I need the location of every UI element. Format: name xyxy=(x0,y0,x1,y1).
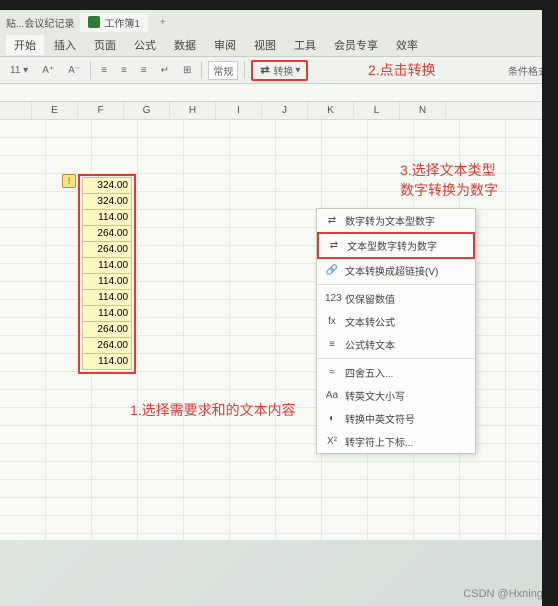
convert-dropdown: ⇄数字转为文本型数字 ⇄文本型数字转为数字 🔗文本转换成超链接(V) 123仅保… xyxy=(316,208,476,454)
menu-subscript[interactable]: X²转字符上下标... xyxy=(317,430,475,453)
doc-name: 工作簿1 xyxy=(104,15,140,30)
select-all-corner[interactable] xyxy=(0,102,32,119)
left-tab[interactable]: 贴...会议纪记录 xyxy=(6,15,74,30)
menu-num-to-text[interactable]: ⇄数字转为文本型数字 xyxy=(317,209,475,232)
spreadsheet-grid[interactable]: ! 324.00 324.00 114.00 264.00 264.00 114… xyxy=(0,120,558,540)
case-icon: Aa xyxy=(325,390,339,401)
menu-insert[interactable]: 插入 xyxy=(46,35,84,55)
menu-bar: 开始 插入 页面 公式 数据 审阅 视图 工具 会员专享 效率 xyxy=(0,34,558,56)
menu-view[interactable]: 视图 xyxy=(246,35,284,55)
cell[interactable]: 114.00 xyxy=(82,305,132,322)
menu-text-to-link[interactable]: 🔗文本转换成超链接(V) xyxy=(317,259,475,282)
cell[interactable]: 264.00 xyxy=(82,337,132,354)
swap-icon: ⇄ xyxy=(327,240,341,251)
swap-icon: ⇄ xyxy=(325,215,339,226)
cell[interactable]: 264.00 xyxy=(82,241,132,258)
col-header[interactable]: L xyxy=(354,102,400,119)
menu-start[interactable]: 开始 xyxy=(6,35,44,55)
menu-case[interactable]: Aa转英文大小写 xyxy=(317,384,475,407)
menu-round[interactable]: ≈四舍五入... xyxy=(317,361,475,384)
punct-icon: ◐ xyxy=(325,413,339,424)
menu-data[interactable]: 数据 xyxy=(166,35,204,55)
formula-bar[interactable] xyxy=(0,84,558,102)
document-tab[interactable]: 工作簿1 xyxy=(80,13,148,32)
cell[interactable]: 114.00 xyxy=(82,257,132,274)
wps-icon xyxy=(88,16,100,28)
menu-tools[interactable]: 工具 xyxy=(286,35,324,55)
menu-review[interactable]: 审阅 xyxy=(206,35,244,55)
number-icon: 123 xyxy=(325,293,339,304)
cell[interactable]: 264.00 xyxy=(82,225,132,242)
menu-formula[interactable]: 公式 xyxy=(126,35,164,55)
menu-efficiency[interactable]: 效率 xyxy=(388,35,426,55)
align-center-icon[interactable]: ≡ xyxy=(117,64,131,77)
align-right-icon[interactable]: ≡ xyxy=(137,64,151,77)
title-bar: 贴...会议纪记录 工作簿1 + xyxy=(0,10,558,34)
text-icon: ≡ xyxy=(325,339,339,350)
font-size[interactable]: 11 ▾ xyxy=(6,64,32,77)
wrap-icon[interactable]: ↵ xyxy=(157,64,173,77)
convert-icon xyxy=(259,64,271,76)
round-icon: ≈ xyxy=(325,367,339,378)
new-tab-button[interactable]: + xyxy=(160,17,166,28)
column-headers: E F G H I J K L N xyxy=(0,102,558,120)
font-grow[interactable]: A⁺ xyxy=(38,64,58,77)
col-header[interactable]: E xyxy=(32,102,78,119)
menu-text-to-formula[interactable]: fx文本转公式 xyxy=(317,310,475,333)
col-header[interactable]: H xyxy=(170,102,216,119)
link-icon: 🔗 xyxy=(325,265,339,276)
menu-page[interactable]: 页面 xyxy=(86,35,124,55)
watermark: CSDN @Hxning. xyxy=(463,588,546,600)
menu-formula-to-text[interactable]: ≡公式转文本 xyxy=(317,333,475,356)
cell[interactable]: 114.00 xyxy=(82,209,132,226)
menu-keep-values[interactable]: 123仅保留数值 xyxy=(317,287,475,310)
convert-button[interactable]: 转换 ▾ xyxy=(251,60,308,81)
fx-icon: fx xyxy=(325,316,339,327)
selected-range[interactable]: ! 324.00 324.00 114.00 264.00 264.00 114… xyxy=(78,174,136,374)
cell[interactable]: 324.00 xyxy=(82,177,132,194)
number-format-select[interactable]: 常规 xyxy=(208,61,238,80)
col-header[interactable]: G xyxy=(124,102,170,119)
menu-text-to-num[interactable]: ⇄文本型数字转为数字 xyxy=(317,232,475,259)
col-header[interactable]: N xyxy=(400,102,446,119)
menu-member[interactable]: 会员专享 xyxy=(326,35,386,55)
font-shrink[interactable]: A⁻ xyxy=(64,64,84,77)
col-header[interactable]: I xyxy=(216,102,262,119)
cell[interactable]: 264.00 xyxy=(82,321,132,338)
sup-icon: X² xyxy=(325,436,339,447)
merge-icon[interactable]: ⊞ xyxy=(179,64,195,77)
col-header[interactable]: K xyxy=(308,102,354,119)
cell[interactable]: 114.00 xyxy=(82,353,132,370)
toolbar: 11 ▾ A⁺ A⁻ ≡ ≡ ≡ ↵ ⊞ 常规 转换 ▾ 条件格式 xyxy=(0,56,558,84)
col-header[interactable]: F xyxy=(78,102,124,119)
error-indicator-icon[interactable]: ! xyxy=(62,174,76,188)
col-header[interactable]: J xyxy=(262,102,308,119)
cell[interactable]: 114.00 xyxy=(82,273,132,290)
align-left-icon[interactable]: ≡ xyxy=(97,64,111,77)
convert-label: 转换 xyxy=(273,63,293,78)
cell[interactable]: 114.00 xyxy=(82,289,132,306)
cell[interactable]: 324.00 xyxy=(82,193,132,210)
menu-punct[interactable]: ◐转换中英文符号 xyxy=(317,407,475,430)
